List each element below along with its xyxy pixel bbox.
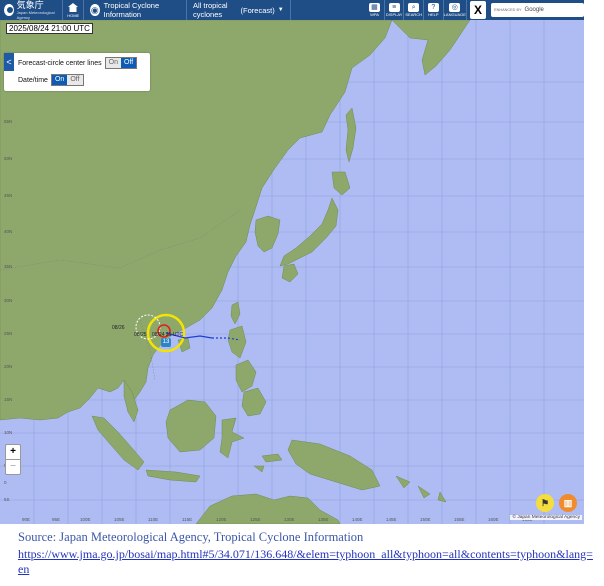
display-button[interactable]: ≡ DISPLAY xyxy=(385,0,405,20)
map-attribution: © Japan Meteorological Agency xyxy=(510,515,582,520)
datetime-on[interactable]: On xyxy=(51,75,68,85)
wpa-label: WPA xyxy=(370,12,379,17)
lon-label: 120E xyxy=(216,517,227,522)
lat-label: 15N xyxy=(4,397,13,402)
datetime-label: Date/time xyxy=(18,76,48,84)
chevron-down-icon: ▼ xyxy=(277,7,284,13)
lat-label: 10N xyxy=(4,430,13,435)
forecast-lines-off[interactable]: Off xyxy=(120,58,137,68)
cyclone-select[interactable]: All tropical cyclones (Forecast) ▼ xyxy=(187,0,291,20)
track-label: 08/26 xyxy=(112,325,125,331)
google-search-input[interactable]: ENHANCED BY Google xyxy=(491,3,584,17)
x-share-button[interactable]: X xyxy=(469,1,487,19)
legend-icon: ⚑ xyxy=(540,498,550,508)
lat-label: 45N xyxy=(4,193,13,198)
lon-label: 140E xyxy=(352,517,363,522)
source-caption: Source: Japan Meteorological Agency, Tro… xyxy=(18,530,364,544)
cyclone-select-value: (Forecast) xyxy=(240,5,275,15)
lon-label: 125E xyxy=(250,517,261,522)
lon-label: 150E xyxy=(420,517,431,522)
lon-label: 130E xyxy=(284,517,295,522)
search-label: SEARCH xyxy=(405,12,423,17)
search-prefix: ENHANCED BY xyxy=(494,8,522,12)
typhoon-number-badge[interactable]: 13 xyxy=(161,338,171,347)
globe-icon: ◎ xyxy=(449,3,461,12)
display-options-panel: < Forecast-circle center lines On Off Da… xyxy=(4,53,150,91)
home-button[interactable]: HOME xyxy=(63,0,84,20)
lon-label: 105E xyxy=(114,517,125,522)
search-brand: Google xyxy=(524,7,544,13)
datetime-off[interactable]: Off xyxy=(67,75,83,85)
datetime-toggle[interactable]: On Off xyxy=(50,74,84,86)
forecast-lines-label: Forecast-circle center lines xyxy=(18,59,102,67)
lat-label: 25N xyxy=(4,331,13,336)
legend-button[interactable]: ⚑ xyxy=(536,494,554,512)
panel-collapse-button[interactable]: < xyxy=(4,53,14,71)
lon-label: 90E xyxy=(22,517,31,522)
forecast-lines-toggle[interactable]: On Off xyxy=(104,57,138,69)
track-label: 08/25 xyxy=(134,332,147,338)
info-button[interactable]: ▥ xyxy=(559,494,577,512)
zoom-in-button[interactable]: + xyxy=(6,445,20,460)
home-label: HOME xyxy=(67,12,80,18)
map-view[interactable]: 60N 55N 50N 45N 40N 35N 30N 25N 20N 15N … xyxy=(0,20,584,524)
typhoon-icon: ◉ xyxy=(89,4,100,16)
tropical-cyclone-button[interactable]: ◉ Tropical Cyclone Information xyxy=(84,0,187,20)
map-icon: ▦ xyxy=(368,3,380,12)
lat-label: 30N xyxy=(4,298,13,303)
lon-label: 115E xyxy=(182,517,193,522)
lon-label: 110E xyxy=(148,517,159,522)
lat-label: 0 xyxy=(4,480,7,485)
lon-label: 100E xyxy=(80,517,91,522)
lon-label: 160E xyxy=(488,517,499,522)
jma-logo-icon xyxy=(4,4,14,16)
display-label: DISPLAY xyxy=(385,12,403,17)
search-button[interactable]: ⌕ SEARCH xyxy=(404,0,425,20)
help-label: HELP xyxy=(428,12,439,17)
forecast-timestamp: 2025/08/24 21:00 UTC xyxy=(6,23,93,34)
zoom-control: + − xyxy=(5,444,21,475)
home-icon xyxy=(67,3,79,13)
language-button[interactable]: ◎ LANGUAGE xyxy=(444,0,467,20)
lat-label: 20N xyxy=(4,364,13,369)
lon-label: 95E xyxy=(52,517,61,522)
map-canvas xyxy=(0,20,584,524)
tropical-cyclone-title: Tropical Cyclone Information xyxy=(103,1,160,19)
datetime-row: Date/time On Off xyxy=(18,74,84,86)
lat-label: 50N xyxy=(4,156,13,161)
cyclone-select-label: All tropical cyclones xyxy=(192,1,228,19)
lat-label: 35N xyxy=(4,264,13,269)
help-icon: ? xyxy=(427,3,439,12)
top-toolbar: 気象庁 Japan Meteorological Agency HOME ◉ T… xyxy=(0,0,584,20)
forecast-lines-on[interactable]: On xyxy=(105,58,121,68)
lon-label: 145E xyxy=(386,517,397,522)
jma-logo[interactable]: 気象庁 Japan Meteorological Agency xyxy=(0,0,64,20)
lon-label: 155E xyxy=(454,517,465,522)
layers-icon: ≡ xyxy=(388,3,400,12)
land-masses xyxy=(0,20,471,524)
wpa-button[interactable]: ▦ WPA xyxy=(365,0,385,20)
help-button[interactable]: ? HELP xyxy=(424,0,444,20)
logo-text: 気象庁 xyxy=(16,0,44,10)
lat-label: 40N xyxy=(4,229,13,234)
lat-label: 55N xyxy=(4,119,13,124)
language-label: LANGUAGE xyxy=(443,12,466,17)
lon-label: 135E xyxy=(318,517,329,522)
source-url-link[interactable]: https://www.jma.go.jp/bosai/map.html#5/3… xyxy=(18,547,593,577)
forecast-lines-row: Forecast-circle center lines On Off xyxy=(18,57,138,69)
book-icon: ▥ xyxy=(563,498,573,508)
lat-label: 5S xyxy=(4,497,10,502)
logo-subtext: Japan Meteorological Agency xyxy=(16,9,55,20)
search-icon: ⌕ xyxy=(408,3,420,12)
zoom-out-button[interactable]: − xyxy=(6,460,20,474)
